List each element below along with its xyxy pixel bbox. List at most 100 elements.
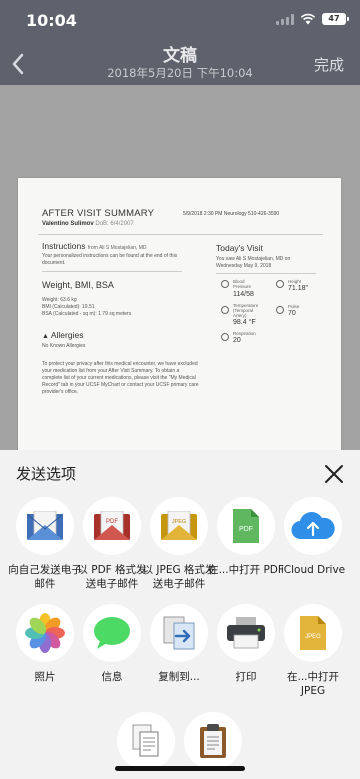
share-option-label: 以 JPEG 格式发送电子邮件 xyxy=(142,564,216,590)
doc-text-line: BMI (Calculated): 19.51 xyxy=(42,304,95,310)
doc-today-heading: Today's Visit xyxy=(216,243,263,253)
share-option-label: 打印 xyxy=(235,671,257,683)
doc-weight-lines: Weight: 63.6 kg BMI (Calculated): 19.51 … xyxy=(42,297,131,318)
doc-text-line: complete list of your current medication… xyxy=(42,375,196,381)
copy-document-icon xyxy=(117,712,175,770)
temp-label: Temperature (Temporal Artery) xyxy=(233,303,258,318)
jpeg-file-icon: JPEG xyxy=(284,604,342,662)
doc-visit-meta: 5/9/2018 2:30 PM Neurology 510-426-3590 xyxy=(183,211,280,217)
share-option-print[interactable]: 打印 xyxy=(208,604,284,684)
height-icon xyxy=(276,280,284,288)
temp-value: 98.4 °F xyxy=(233,319,256,326)
pdf-file-icon: PDF xyxy=(217,497,275,555)
doc-instructions-heading: Instructions from Ali S Mostajelian, MD xyxy=(42,241,146,251)
done-button[interactable]: 完成 xyxy=(314,54,344,75)
printer-icon xyxy=(217,604,275,662)
doc-dob: DoB: 6/4/2007 xyxy=(95,221,134,227)
share-option-label: 以 PDF 格式发送电子邮件 xyxy=(77,564,147,590)
clipboard-icon xyxy=(184,712,242,770)
messages-icon xyxy=(83,604,141,662)
doc-title: AFTER VISIT SUMMARY xyxy=(42,208,155,219)
share-option-label: 信息 xyxy=(101,671,123,683)
battery-icon: 47 xyxy=(322,13,349,25)
respiration-icon xyxy=(221,333,229,341)
vital-label-line: Artery) xyxy=(233,313,247,318)
icloud-icon xyxy=(284,497,342,555)
doc-patient-line: Valentino Sulimov DoB: 6/4/2007 xyxy=(42,221,134,227)
doc-allergies-text: No Known Allergies xyxy=(42,343,86,349)
doc-text-line: Your personalized instructions can be fo… xyxy=(42,253,178,259)
resp-label: Respiration xyxy=(233,331,256,336)
doc-text-line: provider's office. xyxy=(42,389,79,395)
height-label: Height xyxy=(288,279,302,284)
share-option-label: iCloud Drive xyxy=(280,564,346,576)
share-option-open-pdf[interactable]: PDF 在...中打开 PDF xyxy=(208,497,284,577)
page-title: 文稿 xyxy=(163,46,197,66)
doc-text-line: Wednesday May 9, 2018 xyxy=(216,263,272,269)
home-indicator[interactable] xyxy=(115,766,245,771)
doc-text-line: To protect your privacy after this medic… xyxy=(42,361,198,367)
svg-text:JPEG: JPEG xyxy=(305,634,321,640)
page-subtitle-date: 2018年5月20日 下午10:04 xyxy=(107,66,253,80)
share-option-label: 向自己发送电子邮件 xyxy=(8,564,82,590)
bp-label: Blood Pressure xyxy=(233,279,251,289)
doc-divider xyxy=(216,273,316,274)
svg-text:PDF: PDF xyxy=(106,519,118,525)
doc-today-text: You saw Ali S Mostajelian, MD on Wednesd… xyxy=(216,256,290,270)
share-option-copy-to[interactable]: 复制到... xyxy=(141,604,217,684)
doc-text-line: your medication list from your After Vis… xyxy=(42,368,180,374)
doc-instructions-text: Your personalized instructions can be fo… xyxy=(42,253,177,267)
share-option-label: 在...中打开 PDF xyxy=(208,564,284,576)
doc-text-line: Weight: 63.6 kg xyxy=(42,297,77,303)
share-option-label: 在...中打开 JPEG xyxy=(286,671,339,697)
vital-label-line: Pressure xyxy=(233,284,252,289)
close-icon xyxy=(325,465,343,483)
share-sheet-title: 发送选项 xyxy=(16,465,77,483)
doc-divider xyxy=(42,271,182,272)
allergy-icon: ▲ xyxy=(42,333,49,340)
share-option-email-jpeg[interactable]: JPEG 以 JPEG 格式发送电子邮件 xyxy=(141,497,217,591)
copy-to-icon xyxy=(150,604,208,662)
height-value: 71.18" xyxy=(288,285,309,292)
share-option-photos[interactable]: 照片 xyxy=(7,604,83,684)
wifi-icon xyxy=(300,13,316,25)
share-option-copy-document[interactable] xyxy=(108,712,184,770)
document-preview-area: AFTER VISIT SUMMARY Valentino Sulimov Do… xyxy=(0,85,360,478)
doc-instructions-title: Instructions xyxy=(42,241,86,251)
cellular-signal-icon xyxy=(276,13,294,25)
share-option-messages[interactable]: 信息 xyxy=(74,604,150,684)
share-option-open-jpeg[interactable]: JPEG 在...中打开 JPEG xyxy=(275,604,351,698)
close-button[interactable] xyxy=(322,462,346,486)
share-option-label: 复制到... xyxy=(158,671,200,683)
pulse-icon xyxy=(276,306,284,314)
mail-envelope-icon xyxy=(16,497,74,555)
svg-text:JPEG: JPEG xyxy=(172,519,186,525)
navigation-bar: 10:04 47 文稿 2018年5月20日 下午10:04 完成 xyxy=(0,0,360,85)
doc-weight-heading: Weight, BMI, BSA xyxy=(42,280,114,290)
doc-allergies-title: Allergies xyxy=(50,330,84,340)
doc-text-line: Record" tab in your UCSF MyChart or cont… xyxy=(42,382,199,388)
blood-pressure-icon xyxy=(221,280,229,288)
status-time: 10:04 xyxy=(26,11,77,30)
doc-privacy-text: To protect your privacy after this medic… xyxy=(42,361,199,396)
doc-text-line: BSA (Calculated - sq m): 1.79 sq meters xyxy=(42,311,132,317)
doc-instructions-from: from Ali S Mostajelian, MD xyxy=(87,245,147,251)
photos-icon xyxy=(16,604,74,662)
scanned-document[interactable]: AFTER VISIT SUMMARY Valentino Sulimov Do… xyxy=(18,178,341,478)
share-option-clipboard[interactable] xyxy=(175,712,251,770)
pulse-value: 70 xyxy=(288,310,296,317)
doc-patient-name: Valentino Sulimov xyxy=(42,221,94,227)
doc-allergies-heading: ▲ Allergies xyxy=(42,330,83,340)
share-sheet: 发送选项 向自己发送电子邮件 PDF 以 PDF 格式发送电子邮件 JPEG 以… xyxy=(0,450,360,779)
status-icons: 47 xyxy=(276,13,349,25)
share-option-email-self[interactable]: 向自己发送电子邮件 xyxy=(7,497,83,591)
doc-divider xyxy=(38,234,323,235)
bp-value: 114/58 xyxy=(233,291,254,298)
share-option-icloud-drive[interactable]: iCloud Drive xyxy=(275,497,351,577)
pulse-label: Pulse xyxy=(288,304,300,309)
share-option-email-pdf[interactable]: PDF 以 PDF 格式发送电子邮件 xyxy=(74,497,150,591)
doc-text-line: You saw Ali S Mostajelian, MD on xyxy=(216,256,291,262)
share-option-label: 照片 xyxy=(34,671,56,683)
temperature-icon xyxy=(221,306,229,314)
jpeg-mail-icon: JPEG xyxy=(150,497,208,555)
